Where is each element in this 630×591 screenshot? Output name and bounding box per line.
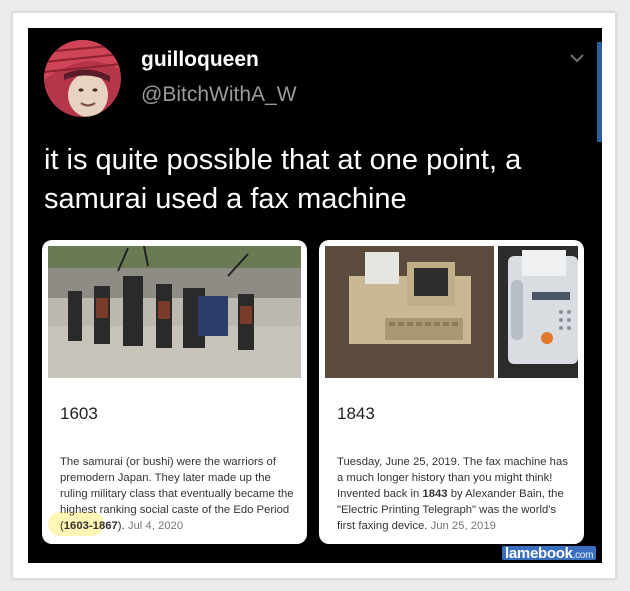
chevron-down-icon[interactable] <box>569 52 585 64</box>
watermark-brand: lamebook <box>505 545 573 562</box>
search-result-card[interactable]: 1603 The samurai (or bushi) were the war… <box>42 240 307 544</box>
card-description: Tuesday, June 25, 2019. The fax machine … <box>337 454 577 534</box>
tweet: guilloqueen @BitchWithA_W it is quite po… <box>28 28 602 563</box>
tweet-text: it is quite possible that at one point, … <box>44 141 592 219</box>
scrollbar[interactable] <box>597 42 602 142</box>
user-handle[interactable]: @BitchWithA_W <box>141 83 297 107</box>
desc-text: ). <box>117 520 128 532</box>
avatar[interactable] <box>44 40 121 117</box>
fax-machine-image <box>325 246 578 378</box>
display-name[interactable]: guilloqueen <box>141 48 259 72</box>
card-year: 1843 <box>337 404 375 423</box>
card-date: Jun 25, 2019 <box>430 520 496 532</box>
lamebook-watermark: lamebook.com <box>502 545 597 562</box>
watermark-suffix: .com <box>572 550 594 561</box>
search-result-card[interactable]: 1843 Tuesday, June 25, 2019. The fax mac… <box>319 240 584 544</box>
desc-bold-text: 1843 <box>422 488 448 500</box>
samurai-image <box>48 246 301 378</box>
tweet-text-line: samurai used a fax machine <box>44 183 407 215</box>
tweet-text-line: it is quite possible that at one point, … <box>44 144 522 176</box>
desc-bold-text: 1603-1867 <box>63 520 118 532</box>
card-description: The samurai (or bushi) were the warriors… <box>60 454 300 534</box>
card-date: Jul 4, 2020 <box>127 520 184 532</box>
card-year: 1603 <box>60 404 98 423</box>
